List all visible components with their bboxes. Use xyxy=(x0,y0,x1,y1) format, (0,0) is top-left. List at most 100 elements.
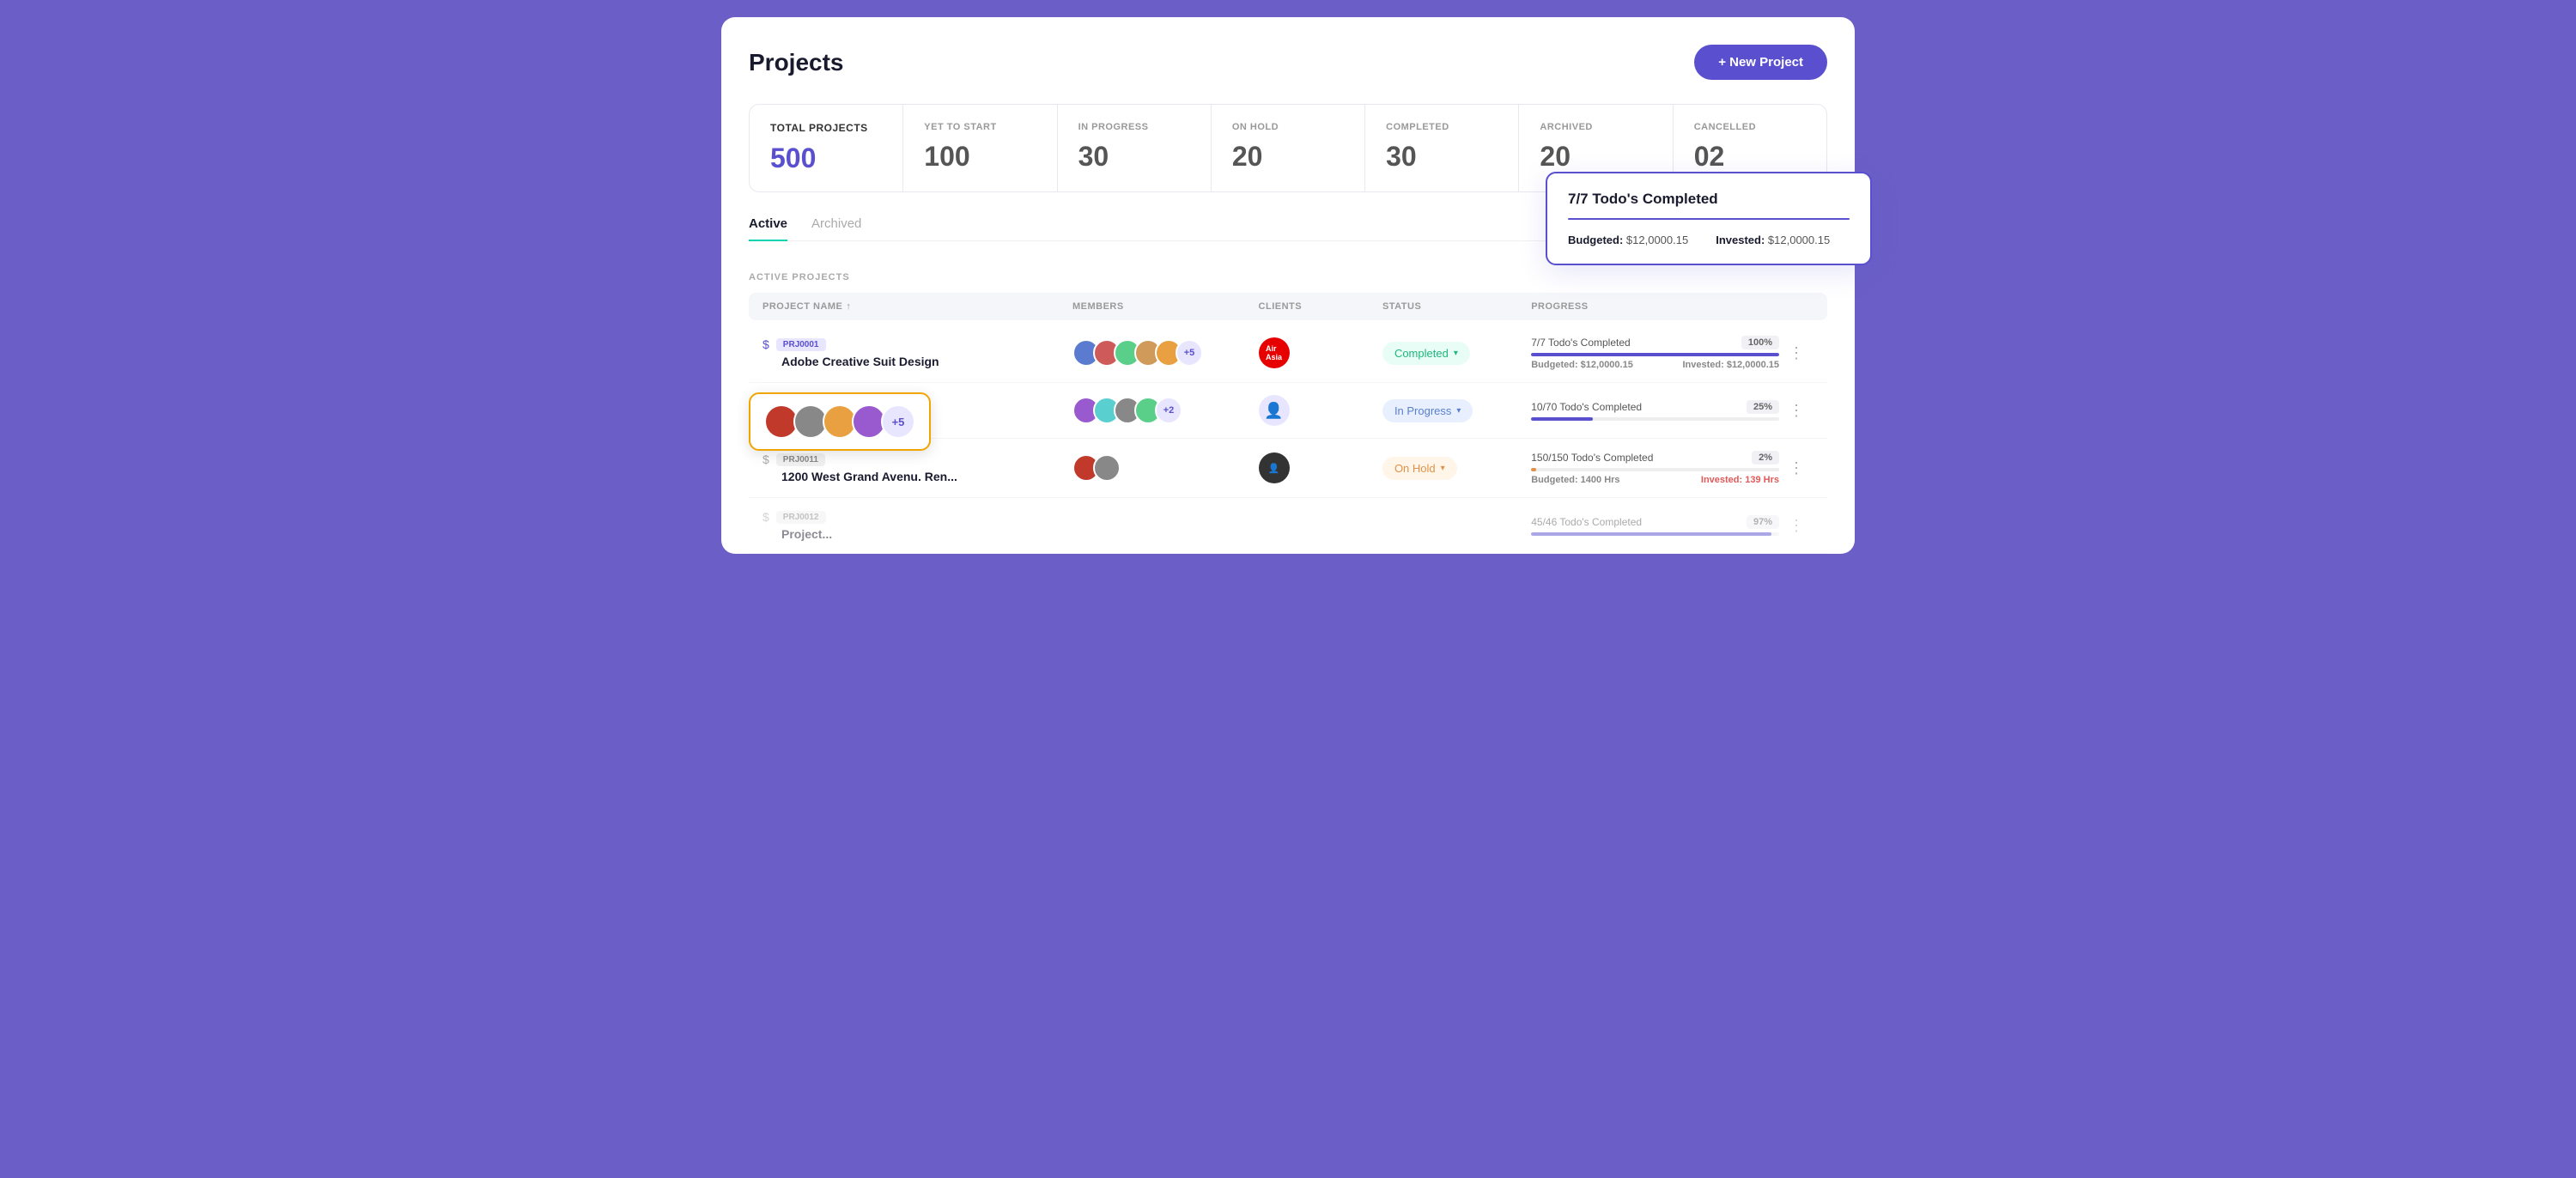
budget-row: Budgeted: $12,0000.15 Invested: $12,0000… xyxy=(1531,360,1779,370)
project-name-cell: $ PRJ0001 Adobe Creative Suit Design xyxy=(762,337,1072,368)
progress-bar-bg xyxy=(1531,353,1779,356)
todo-text: 45/46 Todo's Completed xyxy=(1531,516,1642,528)
todo-text: 7/7 Todo's Completed xyxy=(1531,337,1630,349)
stat-archived-value: 20 xyxy=(1540,141,1651,173)
th-clients: CLIENTS xyxy=(1259,301,1382,312)
page-title: Projects xyxy=(749,49,844,76)
status-badge-onhold[interactable]: On Hold ▾ xyxy=(1382,457,1457,480)
client-logo: AirAsia xyxy=(1259,337,1290,368)
budgeted-text: Budgeted: 1400 Hrs xyxy=(1531,475,1619,485)
progress-top: 150/150 Todo's Completed 2% xyxy=(1531,451,1779,465)
table-header: PROJECT NAME ↑ MEMBERS CLIENTS STATUS PR… xyxy=(749,293,1827,320)
tab-archived[interactable]: Archived xyxy=(811,216,861,241)
members-cell xyxy=(1072,454,1259,482)
tooltip-budgeted-label: Budgeted: xyxy=(1568,234,1623,246)
progress-bar-fill xyxy=(1531,468,1536,471)
progress-bar-fill xyxy=(1531,353,1779,356)
tooltip-invested: Invested: $12,0000.15 xyxy=(1716,234,1830,246)
progress-bar-bg xyxy=(1531,468,1779,471)
members-cell: +5 xyxy=(1072,339,1259,367)
stat-inprogress-value: 30 xyxy=(1078,141,1190,173)
members-cell: +2 xyxy=(1072,397,1259,424)
stat-archived-label: ARCHIVED xyxy=(1540,122,1651,132)
member-popup: +5 xyxy=(749,392,931,451)
stat-cancelled-value: 02 xyxy=(1694,141,1806,173)
stat-yet-label: YET TO START xyxy=(924,122,1036,132)
th-name-label: PROJECT NAME xyxy=(762,301,842,312)
avatar-count: +2 xyxy=(1155,397,1182,424)
stat-on-hold: ON HOLD 20 xyxy=(1212,105,1365,191)
progress-bar-bg xyxy=(1531,532,1779,536)
tooltip-budgeted-value: $12,0000.15 xyxy=(1626,234,1688,246)
stat-cancelled-label: CANCELLED xyxy=(1694,122,1806,132)
status-badge-completed[interactable]: Completed ▾ xyxy=(1382,342,1470,365)
stat-total: TOTAL PROJECTS 500 xyxy=(750,105,903,191)
todo-text: 10/70 Todo's Completed xyxy=(1531,401,1642,413)
progress-bar-fill xyxy=(1531,417,1593,421)
status-badge-inprogress[interactable]: In Progress ▾ xyxy=(1382,399,1473,422)
sort-icon: ↑ xyxy=(846,301,851,312)
progress-bar-bg xyxy=(1531,417,1779,421)
stat-inprogress-label: IN PROGRESS xyxy=(1078,122,1190,132)
project-tag: PRJ0011 xyxy=(776,453,825,466)
client-cell: 👤 xyxy=(1259,452,1382,483)
stat-completed: COMPLETED 30 xyxy=(1365,105,1519,191)
progress-top: 10/70 Todo's Completed 25% xyxy=(1531,400,1779,414)
more-button[interactable]: ⋮ xyxy=(1779,456,1814,481)
new-project-button[interactable]: + New Project xyxy=(1694,45,1827,80)
project-name-cell: $ PRJ0011 1200 West Grand Avenu. Ren... xyxy=(762,452,1072,483)
client-cell: AirAsia xyxy=(1259,337,1382,368)
avatar xyxy=(1093,454,1121,482)
tooltip-card: 7/7 Todo's Completed Budgeted: $12,0000.… xyxy=(1546,172,1872,265)
stat-total-label: TOTAL PROJECTS xyxy=(770,122,882,134)
stat-completed-label: COMPLETED xyxy=(1386,122,1498,132)
th-status: STATUS xyxy=(1382,301,1531,312)
th-project-name[interactable]: PROJECT NAME ↑ xyxy=(762,301,1072,312)
stat-in-progress: IN PROGRESS 30 xyxy=(1058,105,1212,191)
more-button[interactable]: ⋮ xyxy=(1779,513,1814,538)
client-cell: 👤 xyxy=(1259,395,1382,426)
client-logo: 👤 xyxy=(1259,452,1290,483)
avatar-count: +5 xyxy=(1176,339,1203,367)
progress-pct: 100% xyxy=(1741,336,1779,349)
more-button[interactable]: ⋮ xyxy=(1779,341,1814,366)
budgeted-text: Budgeted: $12,0000.15 xyxy=(1531,360,1633,370)
page-header: Projects + New Project xyxy=(749,45,1827,80)
stat-total-value: 500 xyxy=(770,143,882,174)
project-tag: PRJ0001 xyxy=(776,338,826,351)
budget-row: Budgeted: 1400 Hrs Invested: 139 Hrs xyxy=(1531,475,1779,485)
progress-cell: 45/46 Todo's Completed 97% xyxy=(1531,515,1779,536)
dollar-icon: $ xyxy=(762,452,769,466)
progress-top: 7/7 Todo's Completed 100% xyxy=(1531,336,1779,349)
project-name: 1200 West Grand Avenu. Ren... xyxy=(762,470,1072,483)
status-label: In Progress xyxy=(1394,404,1451,417)
progress-pct: 97% xyxy=(1747,515,1779,529)
main-card: Projects + New Project TOTAL PROJECTS 50… xyxy=(721,17,1855,554)
status-cell: Completed ▾ xyxy=(1382,342,1531,365)
avatar-stack: +5 xyxy=(1072,339,1203,367)
popup-count: +5 xyxy=(881,404,915,439)
more-button[interactable]: ⋮ xyxy=(1779,398,1814,423)
project-tag-row: $ PRJ0001 xyxy=(762,337,1072,351)
stat-yet-to-start: YET TO START 100 xyxy=(903,105,1057,191)
tooltip-invested-value: $12,0000.15 xyxy=(1768,234,1830,246)
chevron-down-icon: ▾ xyxy=(1456,406,1461,416)
th-progress: PROGRESS xyxy=(1531,301,1779,312)
stat-onhold-value: 20 xyxy=(1232,141,1344,173)
stat-completed-value: 30 xyxy=(1386,141,1498,173)
dollar-icon: $ xyxy=(762,510,769,524)
progress-pct: 2% xyxy=(1752,451,1779,465)
project-name-cell: $ PRJ0012 Project... xyxy=(762,510,1072,541)
status-cell: On Hold ▾ xyxy=(1382,457,1531,480)
avatar-stack: +2 xyxy=(1072,397,1182,424)
chevron-down-icon: ▾ xyxy=(1454,349,1458,358)
progress-cell: 10/70 Todo's Completed 25% xyxy=(1531,400,1779,421)
progress-cell: 150/150 Todo's Completed 2% Budgeted: 14… xyxy=(1531,451,1779,485)
status-label: On Hold xyxy=(1394,462,1436,475)
tab-active[interactable]: Active xyxy=(749,216,787,241)
project-name: Adobe Creative Suit Design xyxy=(762,355,1072,368)
invested-text: Invested: $12,0000.15 xyxy=(1682,360,1779,370)
progress-bar-fill xyxy=(1531,532,1771,536)
th-actions xyxy=(1779,301,1814,312)
todo-text: 150/150 Todo's Completed xyxy=(1531,452,1653,464)
